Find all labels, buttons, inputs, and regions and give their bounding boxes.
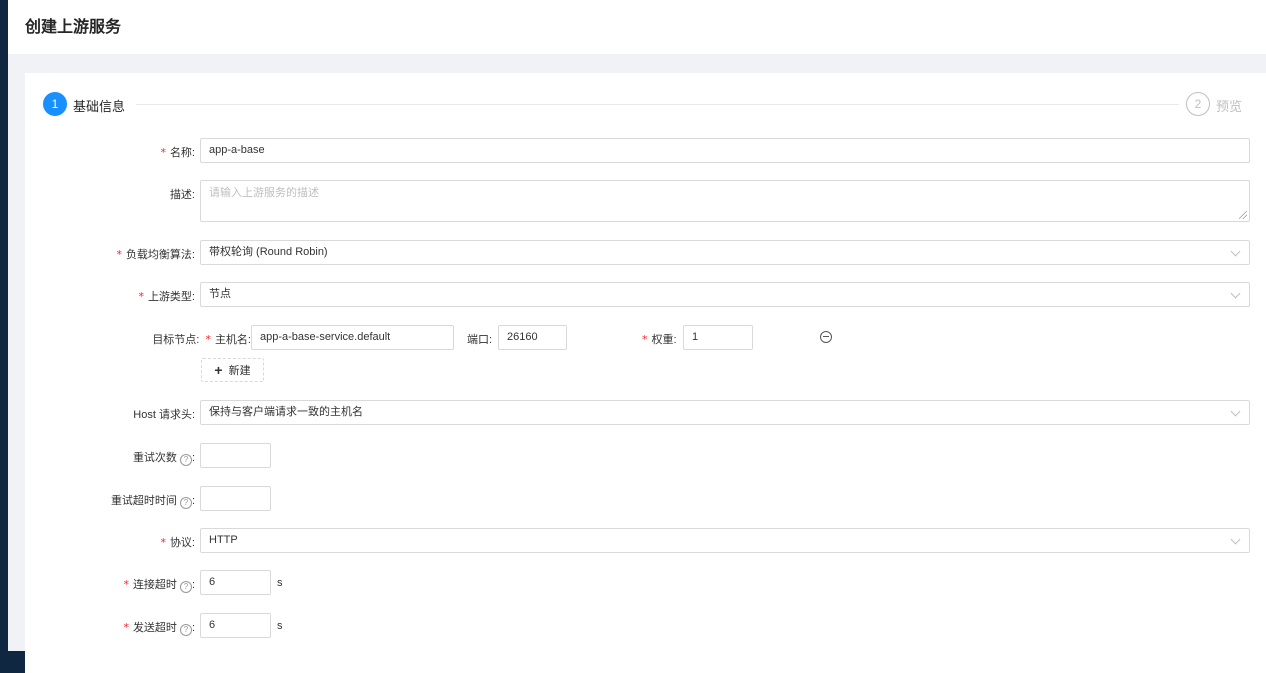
add-node-button[interactable]: + 新建	[201, 358, 264, 382]
page-header: 创建上游服务	[8, 0, 1266, 54]
plus-icon: +	[214, 362, 223, 378]
target-node-row: 目标节点: * 主机名: app-a-base-service.default 端…	[25, 325, 1266, 350]
send-timeout-row: * 发送超时?: 6 s	[25, 613, 1266, 638]
upstream-type-value: 节点	[209, 288, 231, 300]
chevron-down-icon	[1230, 288, 1241, 298]
required-mark: *	[123, 578, 129, 591]
host-header-select[interactable]: 保持与客户端请求一致的主机名	[200, 400, 1250, 425]
question-circle-icon[interactable]: ?	[179, 497, 192, 509]
question-circle-icon[interactable]: ?	[179, 624, 192, 636]
required-mark: *	[116, 248, 122, 261]
description-placeholder: 请输入上游服务的描述	[209, 187, 319, 199]
send-timeout-unit: s	[277, 620, 283, 632]
required-mark: *	[642, 333, 648, 346]
port-input[interactable]: 26160	[498, 325, 567, 350]
target-node-label: 目标节点: * 主机名:	[152, 333, 251, 346]
upstream-type-label: * 上游类型:	[138, 290, 195, 303]
send-timeout-input[interactable]: 6	[200, 613, 271, 638]
question-circle-icon[interactable]: ?	[179, 454, 192, 466]
protocol-row: * 协议: HTTP	[25, 528, 1266, 553]
step-2-number: 2	[1186, 92, 1210, 116]
resize-handle[interactable]	[1239, 211, 1247, 219]
required-mark: *	[160, 536, 166, 549]
retries-label: 重试次数?:	[132, 452, 195, 466]
algorithm-row: * 负载均衡算法: 带权轮询 (Round Robin)	[25, 240, 1266, 265]
question-circle-icon[interactable]: ?	[179, 581, 192, 593]
retry-timeout-row: 重试超时时间?:	[25, 486, 1266, 511]
required-mark: *	[138, 290, 144, 303]
protocol-select[interactable]: HTTP	[200, 528, 1250, 553]
host-header-value: 保持与客户端请求一致的主机名	[209, 406, 363, 418]
chevron-down-icon	[1230, 534, 1241, 544]
name-label: * 名称:	[160, 146, 195, 159]
port-label: 端口:	[467, 334, 493, 346]
description-label: 描述:	[169, 189, 195, 201]
algorithm-label: * 负载均衡算法:	[116, 248, 195, 261]
chevron-down-icon	[1230, 406, 1241, 416]
name-input[interactable]: app-a-base	[200, 138, 1250, 163]
required-mark: *	[205, 333, 211, 346]
retry-timeout-input[interactable]	[200, 486, 271, 511]
retries-input[interactable]	[200, 443, 271, 468]
description-textarea[interactable]: 请输入上游服务的描述	[200, 180, 1250, 222]
upstream-type-row: * 上游类型: 节点	[25, 282, 1266, 307]
connect-timeout-unit: s	[277, 577, 283, 589]
page-title: 创建上游服务	[25, 19, 122, 36]
step-1-number: 1	[43, 92, 67, 116]
weight-input[interactable]: 1	[683, 325, 753, 350]
step-2-title: 预览	[1216, 99, 1243, 114]
host-input[interactable]: app-a-base-service.default	[251, 325, 454, 350]
upstream-type-select[interactable]: 节点	[200, 282, 1250, 307]
retry-timeout-label: 重试超时时间?:	[110, 495, 195, 509]
required-mark: *	[160, 146, 166, 159]
host-header-label: Host 请求头:	[133, 409, 195, 421]
protocol-label: * 协议:	[160, 536, 195, 549]
send-timeout-label: * 发送超时?:	[123, 621, 195, 636]
connect-timeout-input[interactable]: 6	[200, 570, 271, 595]
minus-circle-icon[interactable]	[820, 331, 832, 343]
connect-timeout-row: * 连接超时?: 6 s	[25, 570, 1266, 595]
name-row: * 名称: app-a-base	[25, 138, 1266, 163]
required-mark: *	[123, 621, 129, 634]
algorithm-select[interactable]: 带权轮询 (Round Robin)	[200, 240, 1250, 265]
retries-row: 重试次数?:	[25, 443, 1266, 468]
steps: 1 基础信息 2 预览	[25, 73, 1266, 133]
chevron-down-icon	[1230, 246, 1241, 256]
description-row: 描述: 请输入上游服务的描述	[25, 180, 1266, 222]
weight-label: * 权重:	[642, 333, 677, 346]
step-1-title: 基础信息	[73, 99, 126, 114]
algorithm-value: 带权轮询 (Round Robin)	[209, 246, 328, 258]
form-card: 1 基础信息 2 预览 * 名称: app-a-base 描述: 请输入上游服务的…	[25, 73, 1266, 673]
connect-timeout-label: * 连接超时?:	[123, 578, 195, 593]
host-header-row: Host 请求头: 保持与客户端请求一致的主机名	[25, 400, 1266, 425]
page: 创建上游服务 1 基础信息 2 预览 * 名称: app-a-base 描述: 请…	[8, 0, 1266, 673]
protocol-value: HTTP	[209, 534, 238, 546]
step-connector	[136, 104, 1179, 105]
